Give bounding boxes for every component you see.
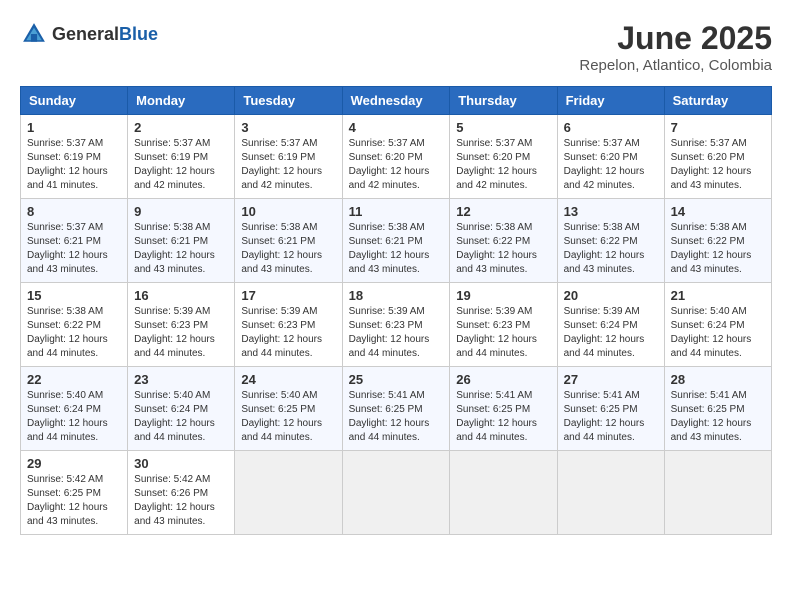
table-row: 20Sunrise: 5:39 AMSunset: 6:24 PMDayligh… [557, 283, 664, 367]
table-row: 25Sunrise: 5:41 AMSunset: 6:25 PMDayligh… [342, 367, 450, 451]
table-row [664, 451, 771, 535]
page-header: GeneralBlue June 2025 Repelon, Atlantico… [20, 20, 772, 74]
table-row: 7Sunrise: 5:37 AMSunset: 6:20 PMDaylight… [664, 115, 771, 199]
col-friday: Friday [557, 87, 664, 115]
table-row: 15Sunrise: 5:38 AMSunset: 6:22 PMDayligh… [21, 283, 128, 367]
table-row: 9Sunrise: 5:38 AMSunset: 6:21 PMDaylight… [128, 199, 235, 283]
table-row: 14Sunrise: 5:38 AMSunset: 6:22 PMDayligh… [664, 199, 771, 283]
table-row: 12Sunrise: 5:38 AMSunset: 6:22 PMDayligh… [450, 199, 557, 283]
table-row: 3Sunrise: 5:37 AMSunset: 6:19 PMDaylight… [235, 115, 342, 199]
table-row: 4Sunrise: 5:37 AMSunset: 6:20 PMDaylight… [342, 115, 450, 199]
col-saturday: Saturday [664, 87, 771, 115]
calendar-week-5: 29Sunrise: 5:42 AMSunset: 6:25 PMDayligh… [21, 451, 772, 535]
table-row: 30Sunrise: 5:42 AMSunset: 6:26 PMDayligh… [128, 451, 235, 535]
table-row: 26Sunrise: 5:41 AMSunset: 6:25 PMDayligh… [450, 367, 557, 451]
table-row: 18Sunrise: 5:39 AMSunset: 6:23 PMDayligh… [342, 283, 450, 367]
col-thursday: Thursday [450, 87, 557, 115]
table-row [557, 451, 664, 535]
calendar-week-1: 1Sunrise: 5:37 AMSunset: 6:19 PMDaylight… [21, 115, 772, 199]
table-row: 11Sunrise: 5:38 AMSunset: 6:21 PMDayligh… [342, 199, 450, 283]
logo-general: General [52, 24, 119, 44]
table-row: 23Sunrise: 5:40 AMSunset: 6:24 PMDayligh… [128, 367, 235, 451]
table-row: 1Sunrise: 5:37 AMSunset: 6:19 PMDaylight… [21, 115, 128, 199]
calendar-week-4: 22Sunrise: 5:40 AMSunset: 6:24 PMDayligh… [21, 367, 772, 451]
table-row: 16Sunrise: 5:39 AMSunset: 6:23 PMDayligh… [128, 283, 235, 367]
table-row: 10Sunrise: 5:38 AMSunset: 6:21 PMDayligh… [235, 199, 342, 283]
logo: GeneralBlue [20, 20, 158, 48]
table-row: 19Sunrise: 5:39 AMSunset: 6:23 PMDayligh… [450, 283, 557, 367]
calendar-week-2: 8Sunrise: 5:37 AMSunset: 6:21 PMDaylight… [21, 199, 772, 283]
calendar-week-3: 15Sunrise: 5:38 AMSunset: 6:22 PMDayligh… [21, 283, 772, 367]
title-area: June 2025 Repelon, Atlantico, Colombia [579, 20, 772, 74]
logo-text: GeneralBlue [52, 24, 158, 45]
table-row: 8Sunrise: 5:37 AMSunset: 6:21 PMDaylight… [21, 199, 128, 283]
table-row: 29Sunrise: 5:42 AMSunset: 6:25 PMDayligh… [21, 451, 128, 535]
col-wednesday: Wednesday [342, 87, 450, 115]
table-row: 6Sunrise: 5:37 AMSunset: 6:20 PMDaylight… [557, 115, 664, 199]
table-row: 28Sunrise: 5:41 AMSunset: 6:25 PMDayligh… [664, 367, 771, 451]
table-row: 22Sunrise: 5:40 AMSunset: 6:24 PMDayligh… [21, 367, 128, 451]
col-tuesday: Tuesday [235, 87, 342, 115]
col-sunday: Sunday [21, 87, 128, 115]
calendar-table: Sunday Monday Tuesday Wednesday Thursday… [20, 86, 772, 535]
table-row: 13Sunrise: 5:38 AMSunset: 6:22 PMDayligh… [557, 199, 664, 283]
table-row [235, 451, 342, 535]
logo-combined: GeneralBlue [20, 20, 158, 48]
table-row [450, 451, 557, 535]
logo-blue: Blue [119, 24, 158, 44]
table-row: 5Sunrise: 5:37 AMSunset: 6:20 PMDaylight… [450, 115, 557, 199]
month-year-title: June 2025 [579, 20, 772, 57]
col-monday: Monday [128, 87, 235, 115]
table-row: 2Sunrise: 5:37 AMSunset: 6:19 PMDaylight… [128, 115, 235, 199]
location-subtitle: Repelon, Atlantico, Colombia [579, 57, 772, 74]
logo-icon [20, 20, 48, 48]
table-row: 24Sunrise: 5:40 AMSunset: 6:25 PMDayligh… [235, 367, 342, 451]
table-row: 21Sunrise: 5:40 AMSunset: 6:24 PMDayligh… [664, 283, 771, 367]
calendar-header-row: Sunday Monday Tuesday Wednesday Thursday… [21, 87, 772, 115]
table-row: 17Sunrise: 5:39 AMSunset: 6:23 PMDayligh… [235, 283, 342, 367]
table-row [342, 451, 450, 535]
table-row: 27Sunrise: 5:41 AMSunset: 6:25 PMDayligh… [557, 367, 664, 451]
